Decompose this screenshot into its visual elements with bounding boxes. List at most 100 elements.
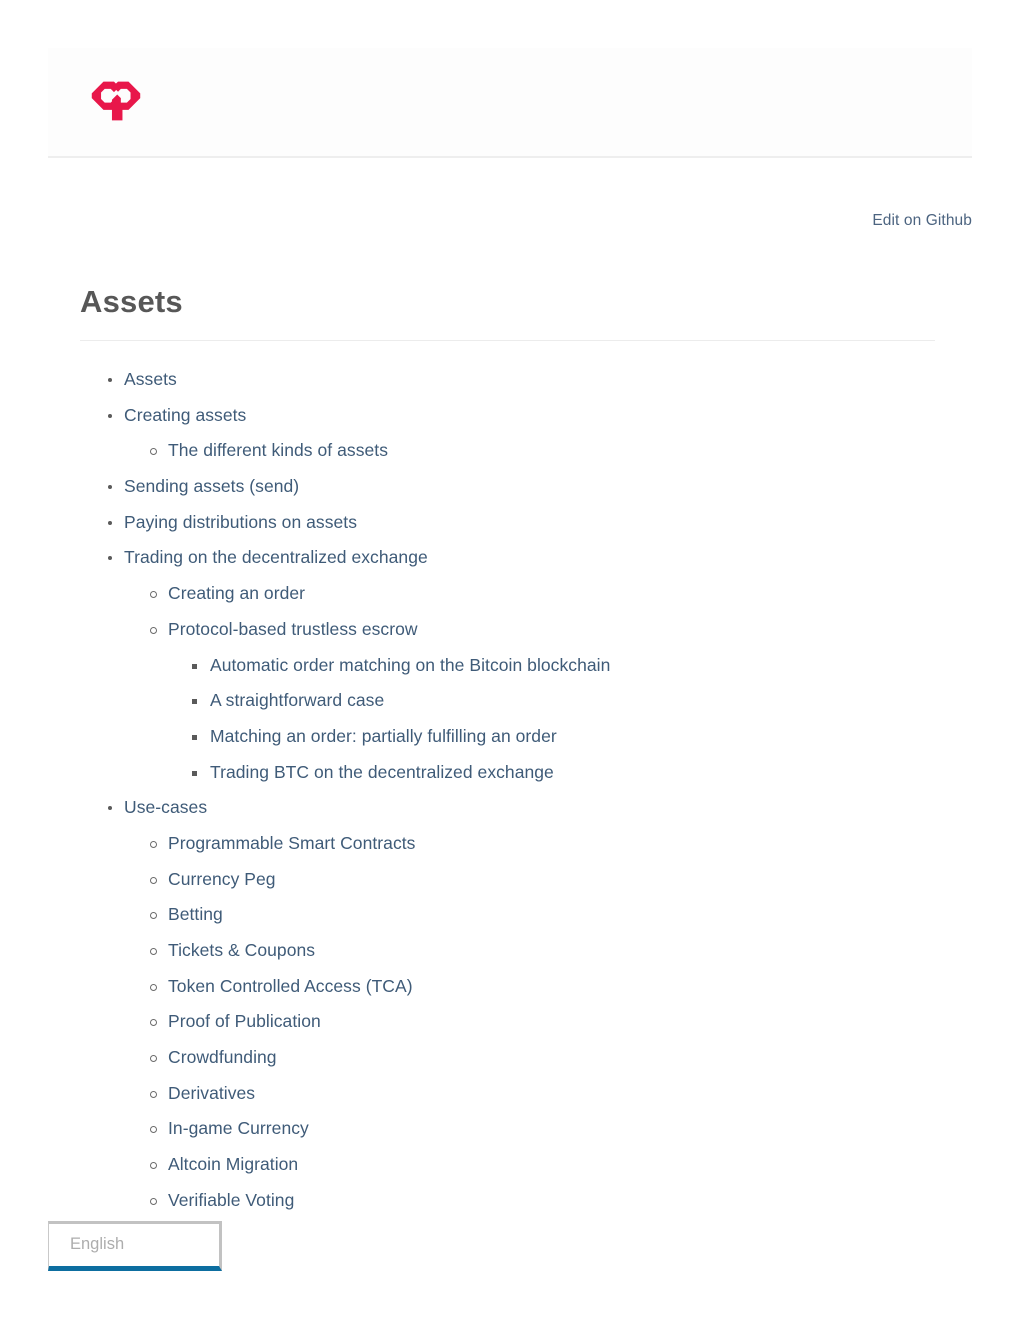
- language-selector[interactable]: English: [48, 1221, 222, 1271]
- toc-link[interactable]: Assets: [124, 362, 177, 398]
- circle-bullet-icon: [150, 948, 157, 955]
- circle-bullet-icon: [150, 1162, 157, 1170]
- toc-item: Crowdfunding: [80, 1040, 960, 1076]
- circle-bullet-icon: [150, 626, 157, 634]
- toc-row: Creating assets: [80, 398, 960, 434]
- toc-row: The different kinds of assets: [80, 433, 960, 469]
- toc-link[interactable]: Verifiable Voting: [168, 1183, 294, 1219]
- toc-item: Assets: [80, 362, 960, 398]
- toc-link[interactable]: Sending assets (send): [124, 469, 299, 505]
- toc-item: Creating an order: [80, 576, 960, 612]
- toc-link[interactable]: Matching an order: partially fulfilling …: [210, 719, 557, 755]
- toc-link[interactable]: Protocol-based trustless escrow: [168, 612, 418, 648]
- toc-row: Paying distributions on assets: [80, 505, 960, 541]
- toc-item: Use-cases Programmable Smart Contracts Cur…: [80, 790, 960, 1218]
- toc-item: In-game Currency: [80, 1111, 960, 1147]
- toc-item: Token Controlled Access (TCA): [80, 969, 960, 1005]
- toc-row: Use-cases: [80, 790, 960, 826]
- toc-list-level-3: Automatic order matching on the Bitcoin …: [80, 648, 960, 791]
- toc-list-level-2: Creating an order Protocol-based trustles…: [80, 576, 960, 790]
- toc-item: Automatic order matching on the Bitcoin …: [80, 648, 960, 684]
- toc-item: Matching an order: partially fulfilling …: [80, 719, 960, 755]
- toc-item: Altcoin Migration: [80, 1147, 960, 1183]
- circle-bullet-icon: [150, 1090, 157, 1098]
- toc-link[interactable]: Automatic order matching on the Bitcoin …: [210, 648, 610, 684]
- square-bullet-icon: [192, 734, 197, 740]
- toc-item: Protocol-based trustless escrow Automatic…: [80, 612, 960, 790]
- toc-item: Programmable Smart Contracts: [80, 826, 960, 862]
- toc-link[interactable]: Altcoin Migration: [168, 1147, 298, 1183]
- circle-bullet-icon: [150, 983, 157, 991]
- toc-link[interactable]: Paying distributions on assets: [124, 505, 357, 541]
- toc-row: Protocol-based trustless escrow: [80, 612, 960, 648]
- toc-row: Creating an order: [80, 576, 960, 612]
- toc-row: Trading on the decentralized exchange: [80, 540, 960, 576]
- toc-row: Trading BTC on the decentralized exchang…: [80, 755, 960, 791]
- toc-link[interactable]: Crowdfunding: [168, 1040, 277, 1076]
- toc-row: Matching an order: partially fulfilling …: [80, 719, 960, 755]
- toc-row: Betting: [80, 897, 960, 933]
- toc-link[interactable]: Programmable Smart Contracts: [168, 826, 415, 862]
- toc-item: Trading BTC on the decentralized exchang…: [80, 755, 960, 791]
- toc-item: Currency Peg: [80, 862, 960, 898]
- toc-row: Token Controlled Access (TCA): [80, 969, 960, 1005]
- disc-bullet-icon: [108, 520, 112, 525]
- toc-row: Tickets & Coupons: [80, 933, 960, 969]
- disc-bullet-icon: [108, 485, 112, 490]
- circle-bullet-icon: [150, 1019, 157, 1027]
- toc-link[interactable]: Currency Peg: [168, 862, 276, 898]
- toc-list-level-2: Programmable Smart Contracts Currency Peg…: [80, 826, 960, 1219]
- toc-item: The different kinds of assets: [80, 433, 960, 469]
- toc-row: Sending assets (send): [80, 469, 960, 505]
- circle-bullet-icon: [150, 1126, 157, 1134]
- toc-link[interactable]: Trading BTC on the decentralized exchang…: [210, 755, 554, 791]
- toc-link[interactable]: A straightforward case: [210, 683, 384, 719]
- toc-link[interactable]: Use-cases: [124, 790, 207, 826]
- toc-item: A straightforward case: [80, 683, 960, 719]
- page-title: Assets: [80, 284, 183, 319]
- disc-bullet-icon: [108, 413, 112, 418]
- toc-row: Automatic order matching on the Bitcoin …: [80, 648, 960, 684]
- toc-row: Derivatives: [80, 1076, 960, 1112]
- toc-link[interactable]: Token Controlled Access (TCA): [168, 969, 413, 1005]
- toc-row: A straightforward case: [80, 683, 960, 719]
- toc-link[interactable]: In-game Currency: [168, 1111, 309, 1147]
- toc-row: Programmable Smart Contracts: [80, 826, 960, 862]
- toc-row: Verifiable Voting: [80, 1183, 960, 1219]
- counterparty-cp-logo-icon[interactable]: [90, 80, 142, 122]
- site-header: [48, 48, 972, 158]
- toc-link[interactable]: Trading on the decentralized exchange: [124, 540, 428, 576]
- toc-link[interactable]: Creating assets: [124, 398, 246, 434]
- edit-on-github-link[interactable]: Edit on Github: [872, 212, 972, 229]
- square-bullet-icon: [192, 699, 197, 705]
- toc-link[interactable]: The different kinds of assets: [168, 433, 388, 469]
- toc-item: Paying distributions on assets: [80, 505, 960, 541]
- disc-bullet-icon: [108, 806, 112, 811]
- toc-link[interactable]: Creating an order: [168, 576, 305, 612]
- toc-link[interactable]: Proof of Publication: [168, 1004, 321, 1040]
- toc-row: Currency Peg: [80, 862, 960, 898]
- toc-link[interactable]: Tickets & Coupons: [168, 933, 315, 969]
- toc-item: Betting: [80, 897, 960, 933]
- toc-row: In-game Currency: [80, 1111, 960, 1147]
- title-divider: [80, 340, 935, 341]
- toc-link[interactable]: Derivatives: [168, 1076, 255, 1112]
- table-of-contents: Assets Creating assets The different kinds…: [80, 362, 960, 1219]
- circle-bullet-icon: [150, 448, 157, 456]
- toc-item: Derivatives: [80, 1076, 960, 1112]
- toc-link[interactable]: Betting: [168, 897, 223, 933]
- toc-row: Proof of Publication: [80, 1004, 960, 1040]
- circle-bullet-icon: [150, 876, 157, 884]
- circle-bullet-icon: [150, 591, 157, 599]
- toc-item: Tickets & Coupons: [80, 933, 960, 969]
- toc-list-level-2: The different kinds of assets: [80, 433, 960, 469]
- toc-row: Crowdfunding: [80, 1040, 960, 1076]
- toc-item: Proof of Publication: [80, 1004, 960, 1040]
- toc-item: Creating assets The different kinds of as…: [80, 398, 960, 469]
- edit-on-github-row: Edit on Github: [48, 212, 972, 230]
- toc-item: Trading on the decentralized exchange Cre…: [80, 540, 960, 790]
- square-bullet-icon: [192, 770, 197, 776]
- circle-bullet-icon: [150, 1197, 157, 1205]
- toc-list-level-1: Assets Creating assets The different kinds…: [80, 362, 960, 1219]
- toc-item: Sending assets (send): [80, 469, 960, 505]
